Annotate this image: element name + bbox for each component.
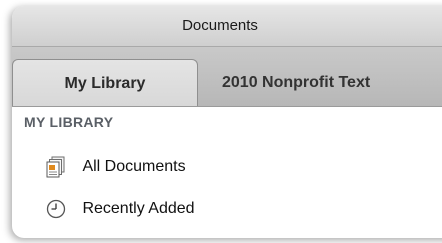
documents-icon [46, 156, 66, 178]
documents-panel: Documents My Library 2010 Nonprofit Text… [12, 6, 442, 238]
tab-strip: My Library 2010 Nonprofit Text [12, 47, 442, 107]
tab-label: My Library [64, 75, 146, 92]
sidebar-item-all-documents[interactable]: All Documents [46, 150, 186, 184]
section-header-my-library: MY LIBRARY [24, 114, 114, 130]
sidebar-item-recently-added[interactable]: Recently Added [46, 192, 195, 226]
panel-title-bar: Documents [12, 6, 442, 47]
clock-icon [46, 198, 66, 220]
tab-my-library[interactable]: My Library [12, 59, 198, 106]
tab-label: 2010 Nonprofit Text [222, 74, 371, 91]
sidebar-item-label: All Documents [82, 158, 186, 175]
tab-2010-nonprofit-text[interactable]: 2010 Nonprofit Text [198, 59, 442, 106]
panel-title: Documents [182, 17, 258, 34]
sidebar-item-label: Recently Added [82, 200, 195, 217]
